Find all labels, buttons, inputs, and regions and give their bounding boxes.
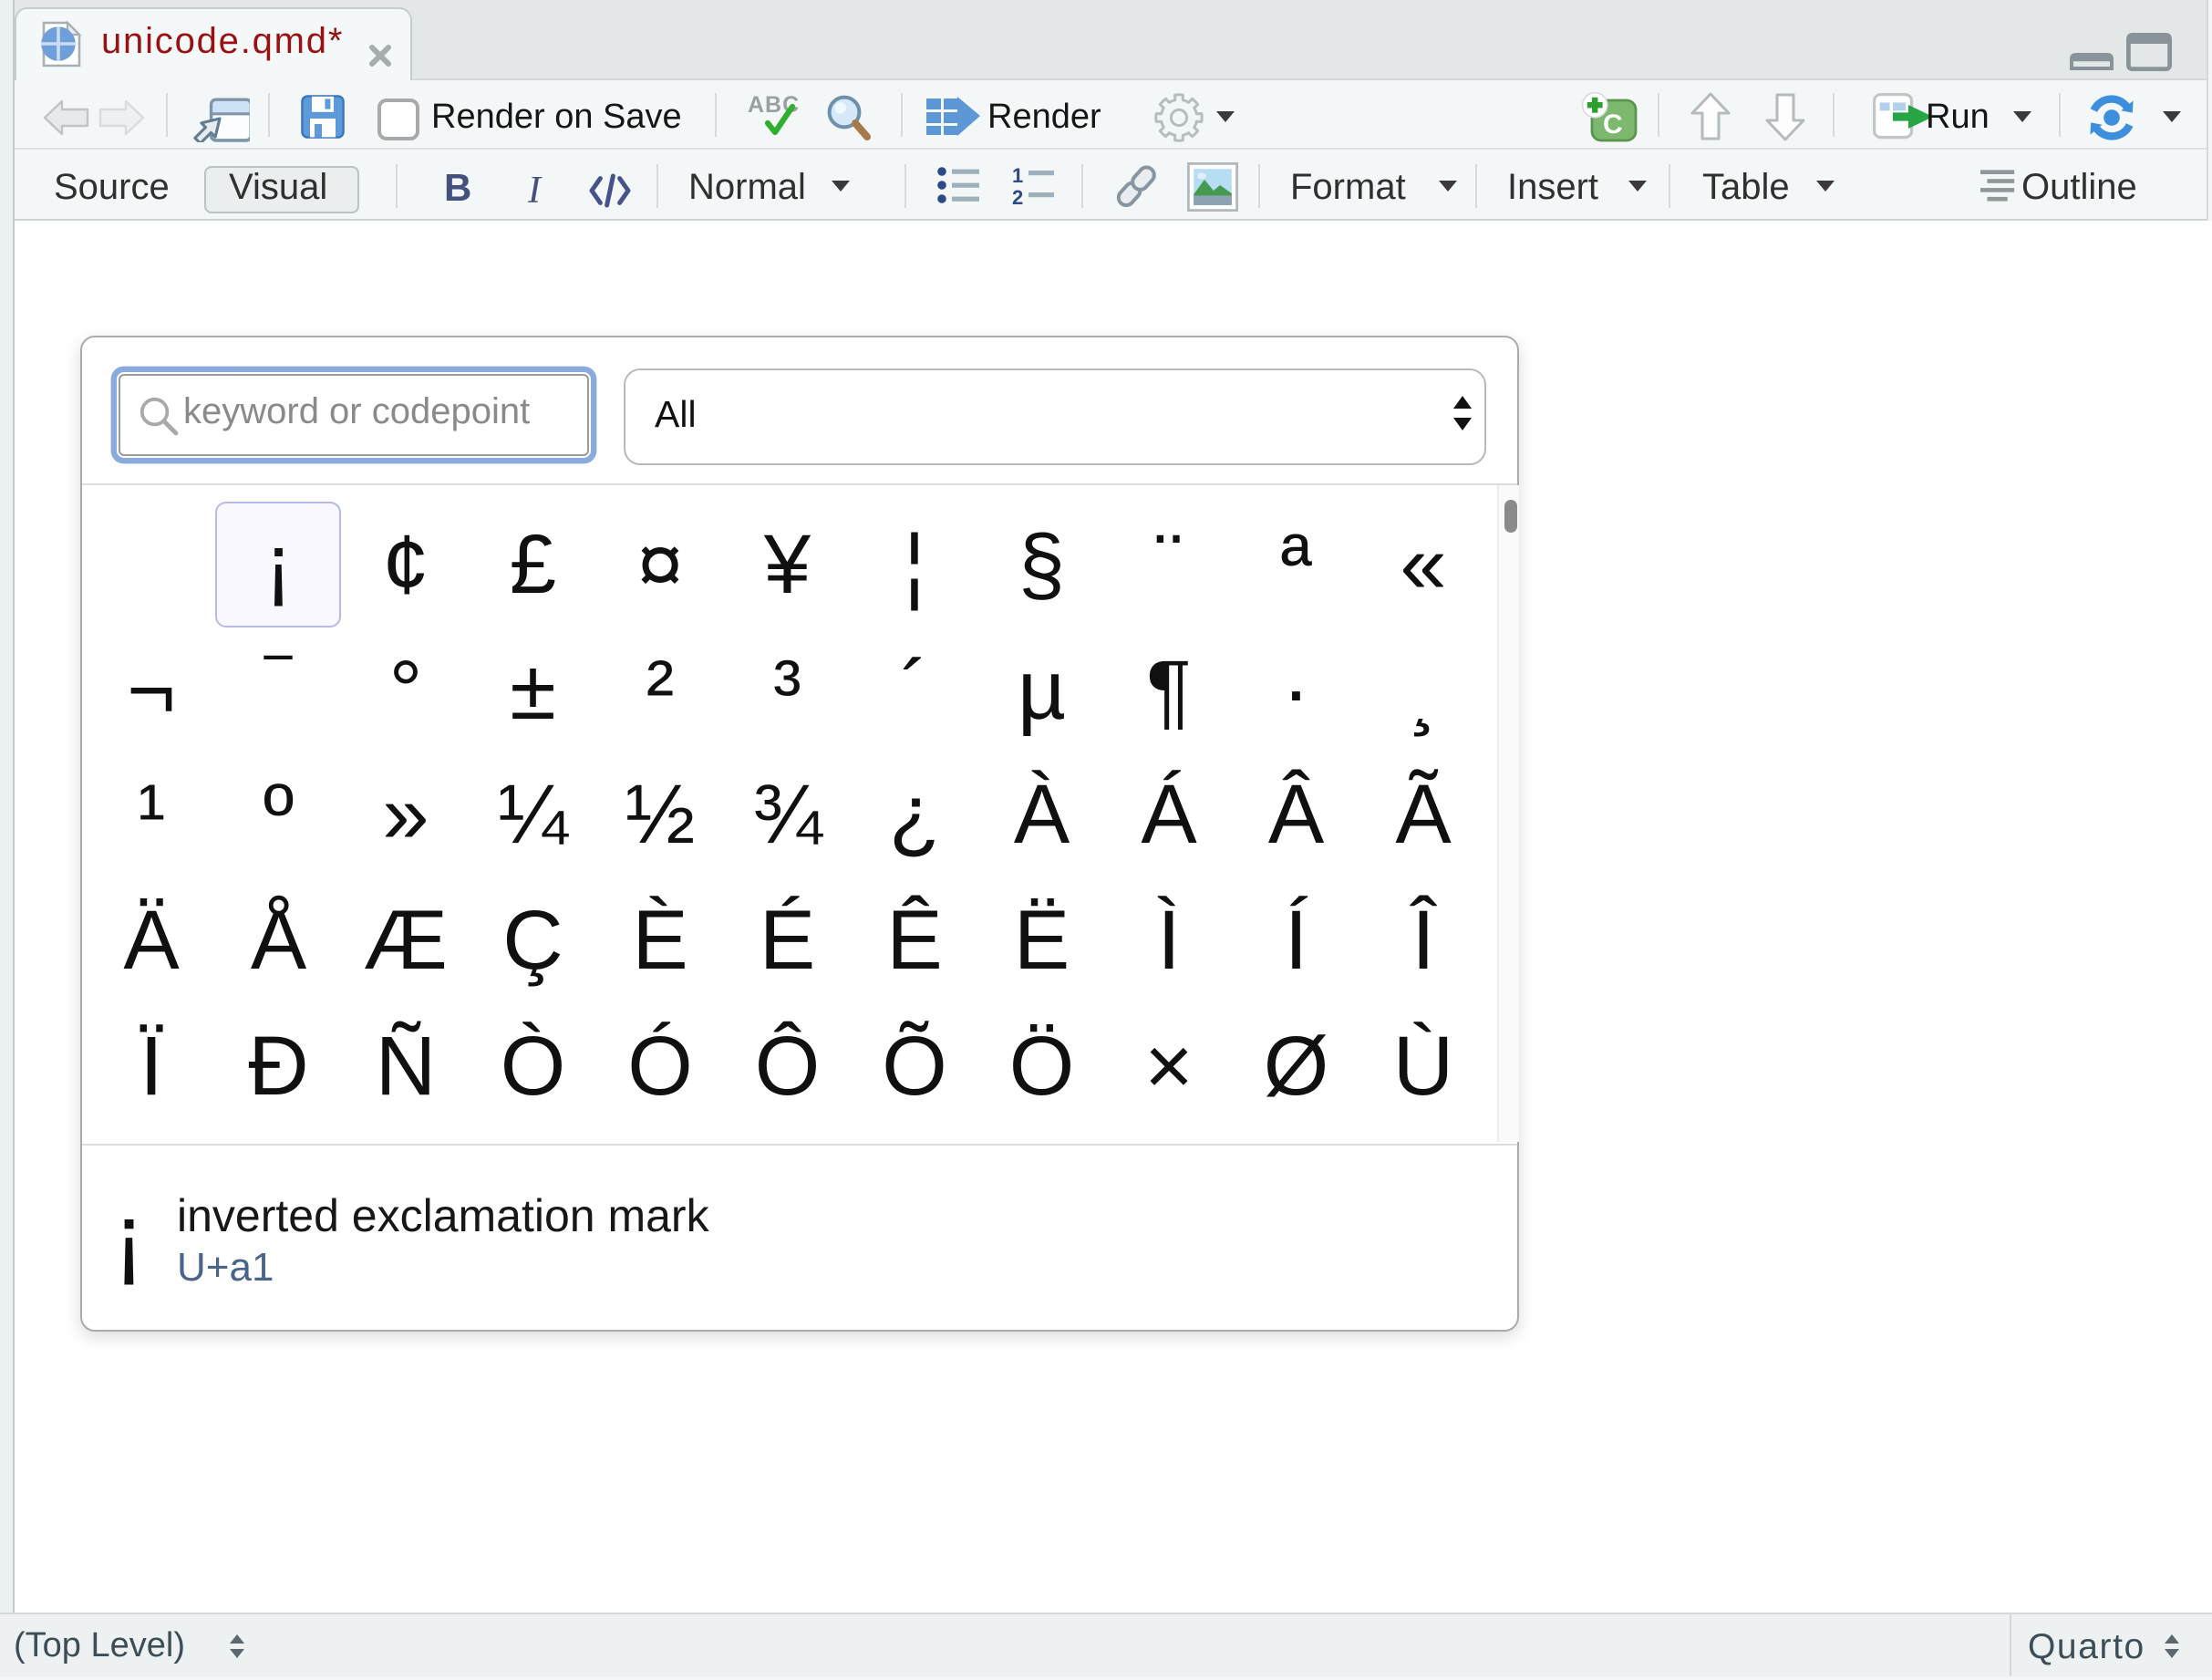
svg-text:C: C (1602, 109, 1622, 139)
svg-text:2: 2 (1011, 186, 1022, 206)
svg-text:1: 1 (1011, 164, 1022, 187)
